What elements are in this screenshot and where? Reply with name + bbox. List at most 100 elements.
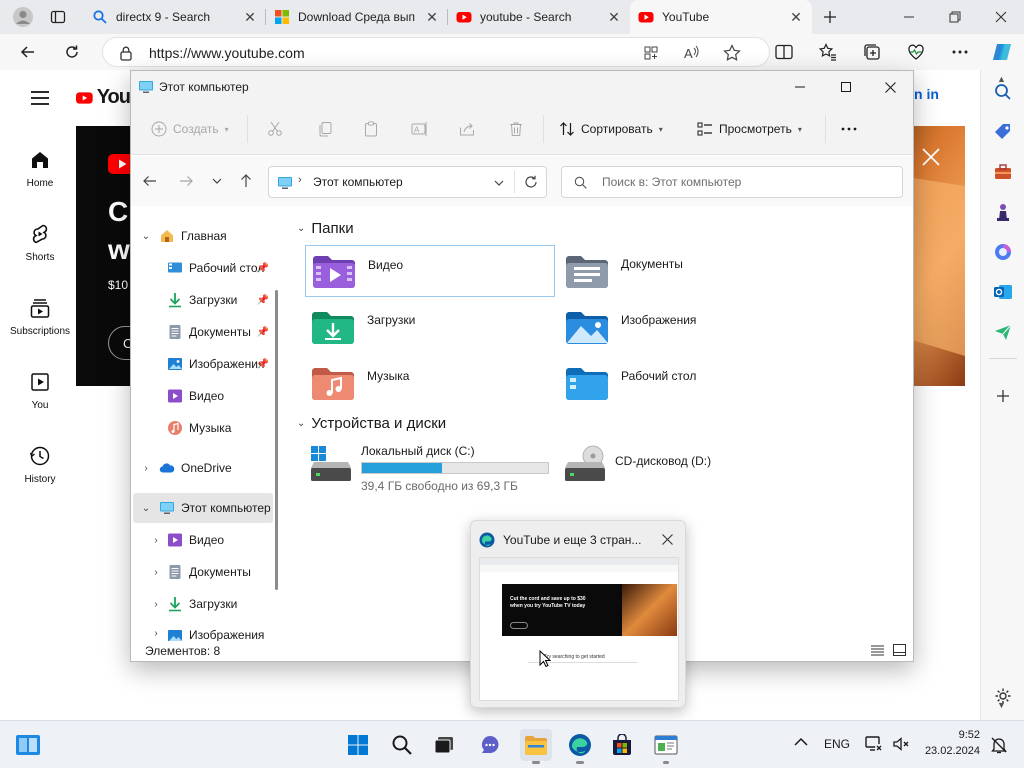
tree-item-music[interactable]: Музыка [131,413,271,443]
sidebar-add-button[interactable] [991,384,1015,408]
chevron-right-icon[interactable]: › [149,628,163,639]
cut-button[interactable] [267,117,283,141]
refresh-icon[interactable] [524,175,538,189]
details-view-icon[interactable] [871,645,884,656]
chevron-down-icon[interactable] [493,177,505,189]
yt-nav-subscriptions[interactable]: Subscriptions [0,296,80,337]
explorer-titlebar[interactable]: Этот компьютер [131,71,913,103]
yt-nav-home[interactable]: Home [0,148,80,189]
folder-item-downloads[interactable]: Загрузки [305,301,555,353]
chevron-right-icon[interactable]: › [139,463,153,474]
folder-item-videos[interactable]: Видео [305,245,555,297]
language-indicator[interactable]: ENG [824,737,850,751]
explorer-up-button[interactable] [239,174,253,188]
settings-more-button[interactable] [946,38,974,66]
tree-item-pc-documents[interactable]: › Документы [131,557,271,587]
start-button[interactable] [342,729,374,761]
chevron-down-icon[interactable]: ⌄ [139,503,153,514]
sidebar-outlook-button[interactable] [991,280,1015,304]
chevron-right-icon[interactable]: › [149,567,163,578]
minimize-button[interactable] [886,0,932,34]
favorite-star-icon[interactable] [723,44,741,62]
drive-item-c[interactable]: Локальный диск (C:) 39,4 ГБ свободно из … [309,440,559,496]
tree-item-videos[interactable]: Видео [131,381,271,411]
tab-actions-button[interactable] [42,0,80,34]
promo-close-button[interactable] [922,148,940,166]
network-status[interactable] [864,735,884,753]
paste-button[interactable] [363,117,379,141]
sort-button[interactable]: Сортировать ▾ [559,117,663,141]
sidebar-tools-button[interactable] [991,160,1015,184]
sidebar-shopping-button[interactable] [991,120,1015,144]
performance-button[interactable] [902,38,930,66]
folder-item-music[interactable]: Музыка [305,357,555,409]
tab-close-icon[interactable]: ✕ [788,9,804,25]
tree-item-pictures[interactable]: Изображения 📌 [131,349,271,379]
back-button[interactable] [14,38,42,66]
copilot-button[interactable] [988,38,1016,66]
explorer-forward-button[interactable] [179,174,193,188]
widgets-button[interactable] [12,729,44,761]
tree-item-this-pc[interactable]: ⌄ Этот компьютер [133,493,273,523]
yt-nav-you[interactable]: You [0,370,80,411]
split-screen-button[interactable] [770,38,798,66]
clock-time[interactable]: 9:52 [936,729,980,741]
tree-item-pc-downloads[interactable]: › Загрузки [131,589,271,619]
tree-item-downloads[interactable]: Загрузки 📌 [131,285,271,315]
sign-in-button[interactable]: n in [914,86,939,102]
sidebar-copilot-button[interactable] [991,240,1015,264]
folder-item-pictures[interactable]: Изображения [559,301,809,353]
restore-button[interactable] [932,0,978,34]
favorites-button[interactable] [814,38,842,66]
close-icon[interactable] [662,534,673,545]
chevron-right-icon[interactable]: › [149,599,163,610]
see-more-button[interactable] [841,117,857,141]
tiles-view-icon[interactable] [893,644,906,656]
drive-item-d[interactable]: CD-дисковод (D:) [563,440,813,496]
file-explorer-taskbar-button[interactable] [520,729,552,764]
task-view-button[interactable] [428,729,460,761]
refresh-button[interactable] [58,38,86,66]
close-button[interactable] [978,0,1024,34]
copy-button[interactable] [317,117,333,141]
edge-taskbar-button[interactable] [564,729,596,764]
section-devices-header[interactable]: ⌄ Устройства и диски [297,415,446,432]
rename-button[interactable]: A [411,117,429,141]
share-button[interactable] [459,117,475,141]
chevron-down-icon[interactable]: ⌄ [139,231,153,242]
tab-close-icon[interactable]: ✕ [424,9,440,25]
explorer-search-box[interactable]: Поиск в: Этот компьютер [561,166,903,198]
tree-item-pc-pictures[interactable]: › Изображения [131,621,271,641]
store-button[interactable] [606,729,638,761]
tab-close-icon[interactable]: ✕ [242,9,258,25]
collections-button[interactable] [858,38,886,66]
folder-item-desktop[interactable]: Рабочий стол [559,357,809,409]
explorer-maximize-button[interactable] [823,71,869,103]
tab-youtube-search[interactable]: youtube - Search ✕ [448,0,630,34]
explorer-address-bar[interactable]: › Этот компьютер [268,166,547,198]
tree-item-pc-videos[interactable]: › Видео [131,525,271,555]
volume-status[interactable] [892,735,910,753]
tree-item-desktop[interactable]: Рабочий стол 📌 [131,253,271,283]
sidebar-scroll-up-icon[interactable]: ▲ [997,74,1006,84]
explorer-close-button[interactable] [867,71,913,103]
sidebar-games-button[interactable] [991,200,1015,224]
chevron-right-icon[interactable]: › [149,535,163,546]
yt-nav-shorts[interactable]: Shorts [0,222,80,263]
folder-item-documents[interactable]: Документы [559,245,809,297]
tab-download-sreda[interactable]: Download Среда вып ✕ [266,0,448,34]
address-bar[interactable]: https://www.youtube.com A [102,37,770,67]
tab-close-icon[interactable]: ✕ [606,9,622,25]
section-folders-header[interactable]: ⌄ Папки [297,220,354,237]
notifications-button[interactable] [990,736,1008,754]
explorer-back-button[interactable] [143,174,157,188]
teams-chat-button[interactable] [474,729,506,761]
new-tab-button[interactable] [814,0,846,34]
profile-button[interactable] [4,0,42,34]
navigation-scrollbar[interactable] [275,290,278,590]
read-aloud-icon[interactable]: A [683,45,701,61]
taskbar-thumbnail-preview[interactable]: YouTube и еще 3 стран... Cut the cord an… [470,520,686,708]
explorer-minimize-button[interactable] [777,71,823,103]
tab-youtube[interactable]: YouTube ✕ [630,0,812,34]
app-window-taskbar-button[interactable] [650,729,682,764]
